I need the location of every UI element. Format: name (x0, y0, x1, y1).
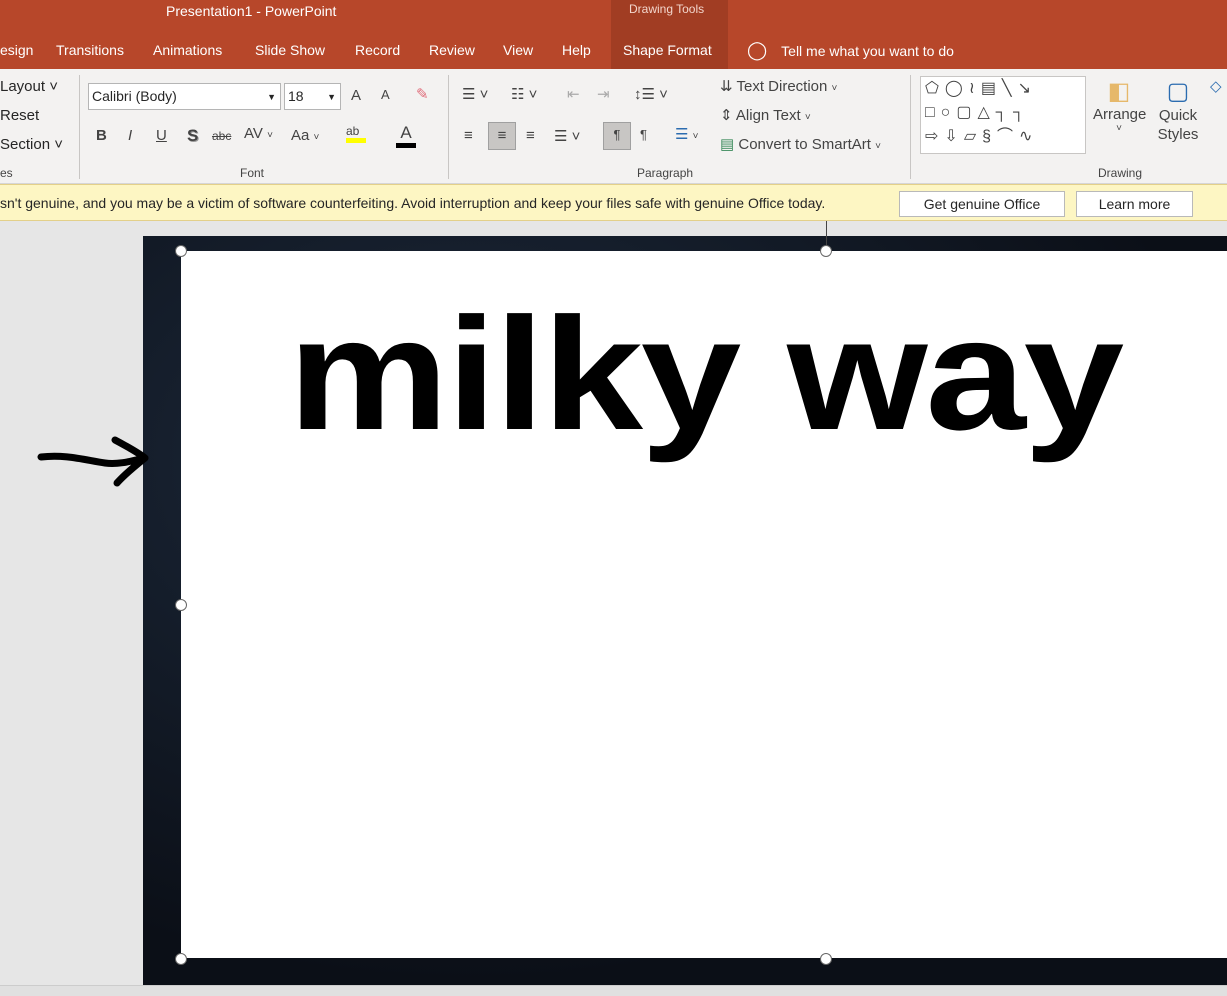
divider (910, 75, 911, 179)
justify-icon[interactable]: ☰ ˅ (554, 127, 580, 145)
tab-design[interactable]: esign (0, 42, 33, 58)
get-genuine-office-button[interactable]: Get genuine Office (899, 191, 1065, 217)
tell-me-box[interactable]: ◯ Tell me what you want to do (747, 40, 954, 61)
strikethrough-button[interactable]: abc (212, 129, 231, 143)
text-direction-label: Text Direction (736, 78, 828, 95)
font-group-label: Font (240, 166, 265, 180)
italic-button[interactable]: I (128, 127, 132, 144)
slide-title-text[interactable]: milky way (288, 282, 1124, 466)
arrange-button[interactable]: ◧ Arrange ˅ (1093, 77, 1147, 134)
text-direction-button[interactable]: ⇊ Text Direction ˅ (720, 77, 837, 95)
smartart-icon: ▤ (720, 136, 735, 153)
align-text-icon: ⇕ (720, 107, 733, 124)
lightbulb-icon: ◯ (747, 40, 768, 60)
font-size-dropdown[interactable]: 18 ▼ (284, 83, 341, 110)
increase-indent-icon[interactable]: ⇥ (597, 85, 610, 103)
shape-fill-icon[interactable]: ◇ (1210, 77, 1222, 95)
notice-text: sn't genuine, and you may be a victim of… (0, 195, 826, 211)
hand-drawn-arrow-icon (37, 436, 149, 487)
learn-more-button[interactable]: Learn more (1076, 191, 1193, 217)
case-label: Aa (291, 127, 310, 144)
tab-transitions[interactable]: Transitions (56, 42, 124, 58)
shadow-button[interactable]: S (187, 126, 198, 146)
align-text-label: Align Text (735, 107, 801, 124)
resize-handle[interactable] (175, 953, 187, 965)
ltr-icon[interactable]: ¶ (603, 122, 631, 150)
arrange-label: Arrange (1093, 106, 1147, 123)
tab-view[interactable]: View (503, 42, 533, 58)
grow-font-button[interactable]: A (351, 87, 361, 104)
arrange-icon: ◧ (1107, 78, 1131, 105)
section-button[interactable]: Section ˅ (0, 136, 63, 153)
align-left-icon[interactable]: ≡ (464, 127, 473, 144)
align-center-icon[interactable]: ≡ (488, 122, 516, 150)
shrink-font-button[interactable]: A (381, 87, 390, 102)
divider (79, 75, 80, 179)
tab-review[interactable]: Review (429, 42, 475, 58)
divider (448, 75, 449, 179)
chevron-down-icon: ▼ (327, 92, 336, 102)
change-case-button[interactable]: Aa ˅ (291, 127, 319, 144)
title-bar: Presentation1 - PowerPoint Drawing Tools… (0, 0, 1227, 69)
drawing-group-label: Drawing (1098, 166, 1143, 180)
resize-handle[interactable] (175, 599, 187, 611)
tab-animations[interactable]: Animations (153, 42, 222, 58)
numbering-icon[interactable]: ☷ ˅ (511, 85, 537, 103)
font-color-button[interactable]: A (396, 123, 416, 148)
rtl-icon[interactable]: ¶ (640, 127, 647, 142)
columns-icon[interactable]: ☰ ˅ (675, 125, 698, 143)
genuine-office-notice: sn't genuine, and you may be a victim of… (0, 184, 1227, 221)
tab-shape-format[interactable]: Shape Format (623, 42, 712, 58)
shapes-gallery[interactable]: ⬠◯≀▤╲↘ □○▢△┐┐ ⇨⇩▱§⌒∿ (920, 76, 1086, 154)
layout-button[interactable]: Layout ˅ (0, 78, 58, 95)
resize-handle[interactable] (820, 953, 832, 965)
drawing-tools-label: Drawing Tools (629, 2, 705, 16)
slides-group-label: es (0, 166, 13, 180)
text-direction-icon: ⇊ (720, 78, 733, 95)
align-right-icon[interactable]: ≡ (526, 127, 535, 144)
reset-button[interactable]: Reset (0, 107, 39, 124)
convert-smartart-button[interactable]: ▤ Convert to SmartArt ˅ (720, 135, 881, 153)
decrease-indent-icon[interactable]: ⇤ (567, 85, 580, 103)
chevron-down-icon: ▼ (267, 92, 276, 102)
smartart-label: Convert to SmartArt (738, 136, 871, 153)
line-spacing-icon[interactable]: ↕☰ ˅ (634, 85, 668, 103)
bullets-icon[interactable]: ☰ ˅ (462, 85, 488, 103)
tab-slide-show[interactable]: Slide Show (255, 42, 325, 58)
tell-me-text: Tell me what you want to do (781, 42, 954, 59)
font-name-value: Calibri (Body) (92, 88, 177, 104)
window-title: Presentation1 - PowerPoint (166, 3, 337, 19)
resize-handle[interactable] (820, 245, 832, 257)
clear-formatting-icon[interactable]: ✎ (416, 85, 429, 103)
highlight-color-button[interactable]: ab (346, 124, 366, 143)
status-bar (0, 985, 1227, 996)
quick-styles-icon: ▢ (1166, 78, 1190, 105)
spacing-label: AV (244, 125, 263, 142)
bold-button[interactable]: B (96, 127, 107, 144)
layout-label: Layout (0, 78, 46, 95)
section-label: Section (0, 136, 51, 153)
tab-help[interactable]: Help (562, 42, 591, 58)
underline-button[interactable]: U (156, 127, 167, 144)
paragraph-group-label: Paragraph (637, 166, 694, 180)
ribbon: Layout ˅ Reset Section ˅ es Calibri (Bod… (0, 69, 1227, 184)
font-size-value: 18 (288, 88, 304, 104)
character-spacing-button[interactable]: AV ˅ (244, 125, 273, 142)
resize-handle[interactable] (175, 245, 187, 257)
align-text-button[interactable]: ⇕ Align Text ˅ (720, 106, 811, 124)
font-name-dropdown[interactable]: Calibri (Body) ▼ (88, 83, 281, 110)
quick-styles-label: Quick Styles (1157, 107, 1199, 143)
tab-record[interactable]: Record (355, 42, 400, 58)
quick-styles-button[interactable]: ▢ Quick Styles (1150, 77, 1206, 144)
